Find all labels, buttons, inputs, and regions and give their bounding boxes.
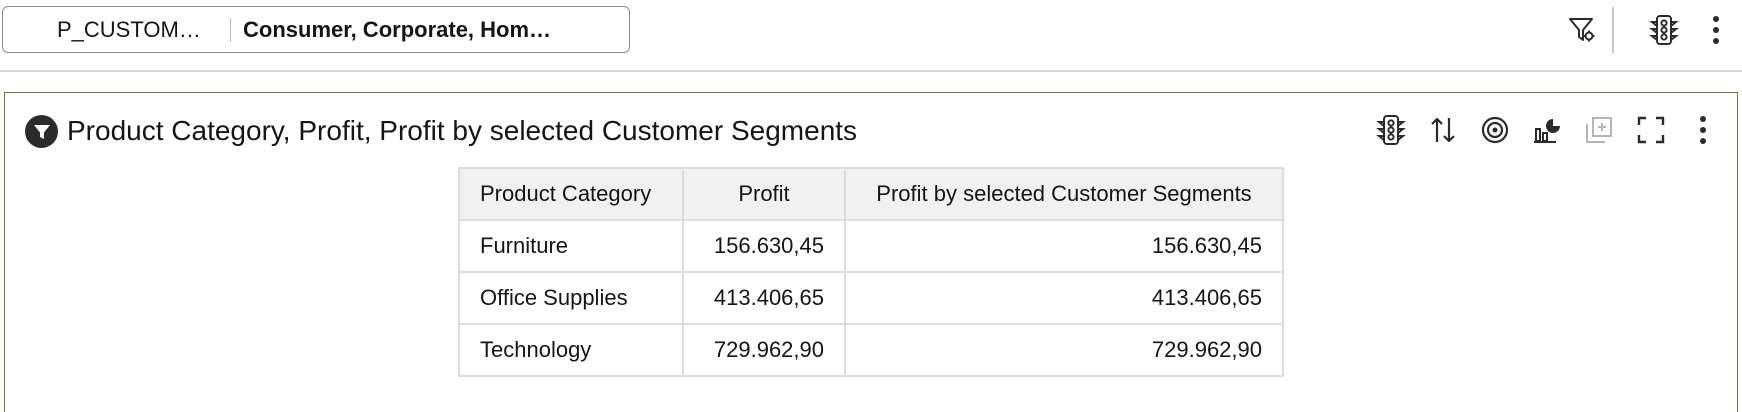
panel-more-options-button[interactable] xyxy=(1677,107,1729,153)
column-header-product-category[interactable]: Product Category xyxy=(458,167,684,221)
funnel-icon xyxy=(33,124,50,139)
panel-title: Product Category, Profit, Profit by sele… xyxy=(67,115,858,146)
cell-profit[interactable]: 156.630,45 xyxy=(682,219,846,273)
parameter-filter-pill[interactable]: P_CUSTOM… Consumer, Corporate, Hom… xyxy=(2,6,630,53)
sort-icon xyxy=(1431,117,1455,143)
cell-profit[interactable]: 413.406,65 xyxy=(682,271,846,325)
cell-profit-selected[interactable]: 413.406,65 xyxy=(844,271,1284,325)
table-header-row: Product Category Profit Profit by select… xyxy=(458,167,1284,221)
column-header-profit-selected-segments[interactable]: Profit by selected Customer Segments xyxy=(844,167,1284,221)
chart-type-icon xyxy=(1534,119,1560,143)
more-vertical-icon xyxy=(1713,16,1719,44)
table-row: Office Supplies 413.406,65 413.406,65 xyxy=(458,271,1284,325)
filter-bar: P_CUSTOM… Consumer, Corporate, Hom… xyxy=(0,0,1742,72)
maximize-icon xyxy=(1637,116,1665,144)
visualization-panel[interactable]: Product Category, Profit, Profit by sele… xyxy=(4,92,1738,412)
more-vertical-icon xyxy=(1700,116,1706,144)
top-toolbar xyxy=(1556,6,1742,54)
toolbar-divider xyxy=(1612,7,1614,53)
add-to-canvas-button[interactable] xyxy=(1573,107,1625,153)
cell-category[interactable]: Furniture xyxy=(458,219,684,273)
filter-applied-badge[interactable] xyxy=(25,115,58,148)
cell-profit-selected[interactable]: 156.630,45 xyxy=(844,219,1284,273)
cell-category[interactable]: Technology xyxy=(458,323,684,377)
filter-settings-button[interactable] xyxy=(1556,6,1608,54)
sort-button[interactable] xyxy=(1417,107,1469,153)
more-options-button[interactable] xyxy=(1690,6,1742,54)
add-to-canvas-icon xyxy=(1586,117,1612,143)
cell-profit[interactable]: 729.962,90 xyxy=(682,323,846,377)
filter-settings-icon xyxy=(1569,18,1595,42)
panel-toolbar xyxy=(1365,107,1729,153)
chart-type-button[interactable] xyxy=(1521,107,1573,153)
column-header-profit[interactable]: Profit xyxy=(682,167,846,221)
data-table: Product Category Profit Profit by select… xyxy=(458,167,1284,377)
cell-category[interactable]: Office Supplies xyxy=(458,271,684,325)
traffic-light-icon xyxy=(1376,115,1406,145)
conditional-format-button[interactable] xyxy=(1638,6,1690,54)
conditional-format-button[interactable] xyxy=(1365,107,1417,153)
cell-profit-selected[interactable]: 729.962,90 xyxy=(844,323,1284,377)
parameter-value: Consumer, Corporate, Hom… xyxy=(243,16,552,42)
table-row: Technology 729.962,90 729.962,90 xyxy=(458,323,1284,377)
panel-header: Product Category, Profit, Profit by sele… xyxy=(5,93,1737,151)
target-icon xyxy=(1481,116,1509,144)
traffic-light-icon xyxy=(1649,15,1679,45)
table-row: Furniture 156.630,45 156.630,45 xyxy=(458,219,1284,273)
maximize-button[interactable] xyxy=(1625,107,1677,153)
parameter-name: P_CUSTOM… xyxy=(3,17,231,42)
target-button[interactable] xyxy=(1469,107,1521,153)
